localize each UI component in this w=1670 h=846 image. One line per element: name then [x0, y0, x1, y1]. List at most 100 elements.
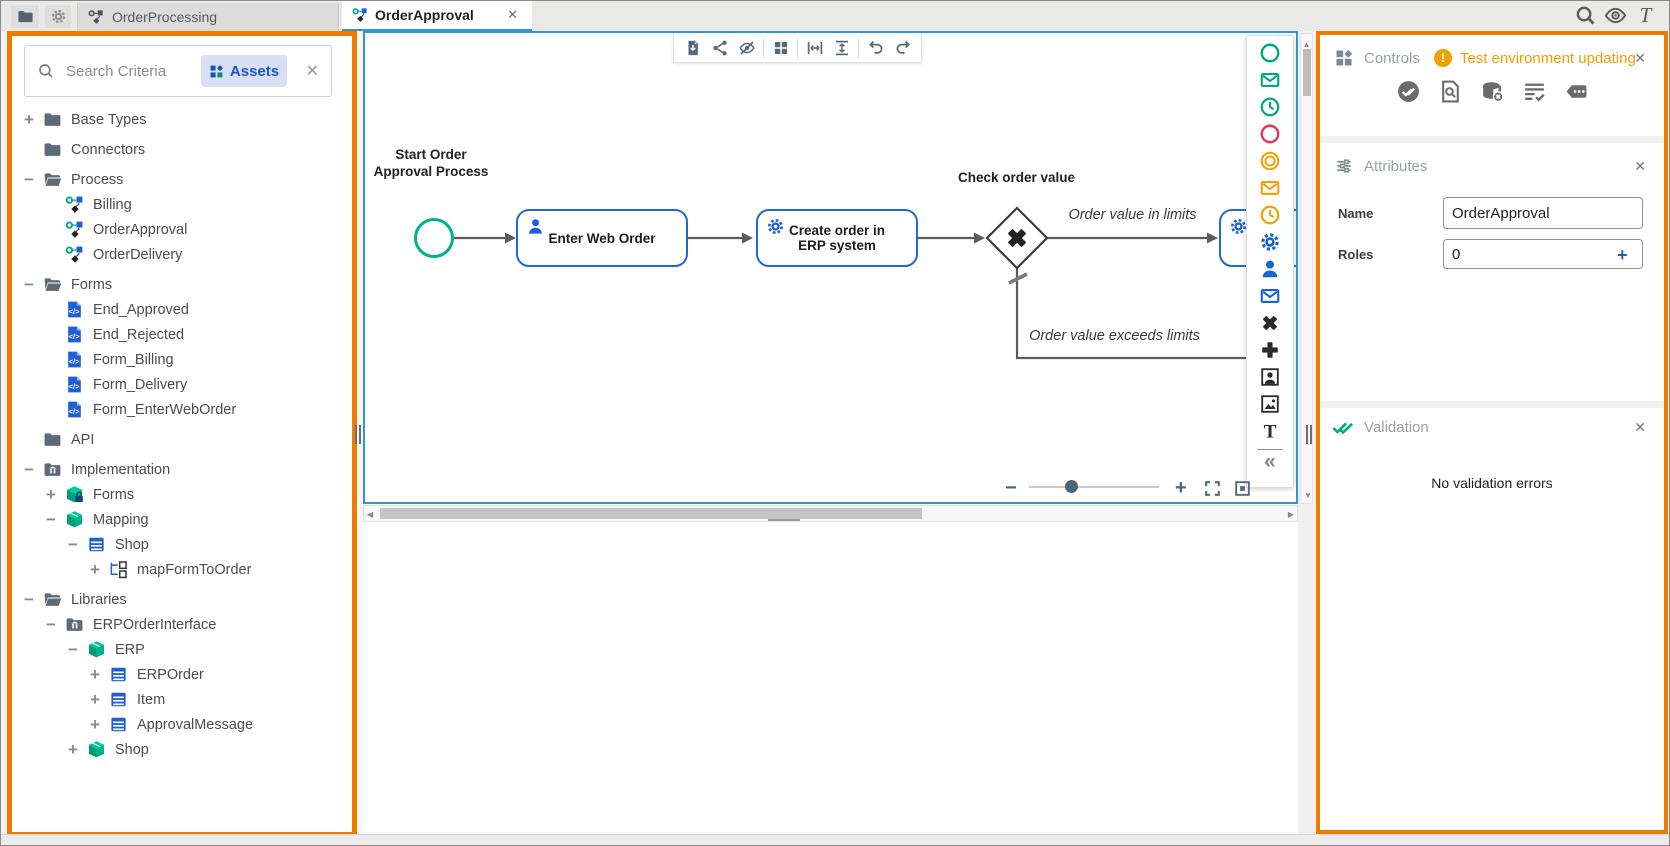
zoom-slider[interactable] [1029, 486, 1159, 488]
close-controls-icon[interactable]: ✕ [1634, 50, 1646, 67]
tree-item-mapping[interactable]: − Mapping [12, 507, 352, 532]
timer-start-event-icon[interactable] [1257, 93, 1283, 120]
test-list-icon[interactable] [1522, 79, 1547, 104]
service-task-icon[interactable] [1257, 228, 1283, 255]
parallel-gateway-icon[interactable] [1257, 336, 1283, 363]
collapse-icon[interactable]: − [21, 460, 37, 480]
tree-item-erp[interactable]: − ERP [12, 637, 352, 662]
expand-icon[interactable]: + [43, 485, 59, 505]
timer-intermediate-event-icon[interactable] [1257, 201, 1283, 228]
test-run-icon[interactable] [1396, 79, 1421, 104]
right-splitter-handle[interactable] [1304, 425, 1313, 444]
collapse-icon[interactable]: − [21, 275, 37, 295]
collapse-icon[interactable]: − [65, 535, 81, 555]
tab-orderprocessing[interactable]: OrderProcessing [77, 3, 339, 31]
tree-item-shop[interactable]: − Shop [12, 532, 352, 557]
tree-item-base-types[interactable]: + Base Types [12, 107, 352, 132]
close-tab-icon[interactable]: ✕ [507, 7, 518, 23]
start-event-label[interactable]: Start Order Approval Process [371, 146, 491, 180]
expand-icon[interactable]: + [65, 740, 81, 760]
zoom-out-button[interactable]: − [1005, 477, 1017, 500]
collapse-icon[interactable]: − [21, 170, 37, 190]
exclusive-gateway-marker[interactable] [1004, 225, 1030, 251]
message-task-icon[interactable] [1257, 282, 1283, 309]
tab-orderapproval[interactable]: OrderApproval ✕ [342, 1, 532, 31]
start-event-icon[interactable] [1257, 39, 1283, 66]
process-canvas[interactable]: Start Order Approval Process Enter Web O… [363, 31, 1298, 504]
fit-frame-icon[interactable] [1233, 479, 1252, 498]
roles-field[interactable] [1443, 239, 1643, 269]
edge-label-in-limits[interactable]: Order value in limits [1035, 207, 1230, 223]
assets-filter-button[interactable]: Assets [201, 55, 287, 87]
collapse-icon[interactable]: − [43, 615, 59, 635]
tree-item-erporder[interactable]: + ERPOrder [12, 662, 352, 687]
add-role-button[interactable]: + [1617, 245, 1628, 266]
start-event[interactable] [414, 218, 454, 258]
message-start-event-icon[interactable] [1257, 66, 1283, 93]
search-input[interactable] [64, 61, 186, 81]
image-icon[interactable] [1257, 390, 1283, 417]
scroll-left-icon[interactable]: ◀ [367, 510, 373, 520]
text-tool-icon[interactable]: T [1634, 4, 1657, 27]
horizontal-scrollbar[interactable]: ◀ ▶ [363, 505, 1298, 522]
vertical-scrollbar-thumb[interactable] [1303, 49, 1311, 96]
tree-item-forms[interactable]: + Forms [12, 482, 352, 507]
horizontal-scrollbar-thumb[interactable] [380, 508, 922, 519]
gateway-label[interactable]: Check order value [934, 169, 1099, 186]
close-attributes-icon[interactable]: ✕ [1634, 158, 1646, 175]
collapse-palette-icon[interactable]: « [1264, 451, 1276, 472]
preview-eye-icon[interactable] [1604, 4, 1627, 27]
user-task-icon[interactable] [1257, 255, 1283, 282]
clear-search-icon[interactable]: ✕ [306, 61, 319, 81]
expand-icon[interactable]: + [87, 665, 103, 685]
search-icon[interactable] [1574, 4, 1597, 27]
tree-item-item[interactable]: + Item [12, 687, 352, 712]
collapse-icon[interactable]: − [65, 640, 81, 660]
task-enter-web-order[interactable]: Enter Web Order [516, 209, 688, 267]
database-reset-icon[interactable] [1480, 79, 1505, 104]
console-log-icon[interactable] [1564, 79, 1589, 104]
expand-icon[interactable]: + [21, 110, 37, 130]
fullscreen-icon[interactable] [1203, 479, 1222, 498]
tree-item-end-approved[interactable]: </> End_Approved [12, 297, 352, 322]
tree-item-billing[interactable]: Billing [12, 192, 352, 217]
participant-icon[interactable] [1257, 363, 1283, 390]
tree-item-approvalmessage[interactable]: + ApprovalMessage [12, 712, 352, 737]
exclusive-gateway-icon[interactable] [1257, 309, 1283, 336]
close-validation-icon[interactable]: ✕ [1634, 419, 1646, 436]
tree-item-form-delivery[interactable]: </> Form_Delivery [12, 372, 352, 397]
edge-label-exceeds-limits[interactable]: Order value exceeds limits [992, 328, 1237, 344]
scroll-up-icon[interactable]: ▲ [1303, 40, 1311, 49]
expand-icon[interactable]: + [87, 690, 103, 710]
tree-item-forms[interactable]: − Forms [12, 272, 352, 297]
tree-item-api[interactable]: API [12, 427, 352, 452]
tree-item-connectors[interactable]: Connectors [12, 137, 352, 162]
tree-item-orderdelivery[interactable]: OrderDelivery [12, 242, 352, 267]
text-annotation-icon[interactable]: T [1257, 417, 1283, 444]
name-field[interactable] [1443, 197, 1643, 229]
zoom-in-button[interactable]: + [1175, 477, 1187, 500]
expand-icon[interactable]: + [87, 560, 103, 580]
tree-item-implementation[interactable]: − Implementation [12, 457, 352, 482]
message-intermediate-event-icon[interactable] [1257, 174, 1283, 201]
tree-item-erporderinterface[interactable]: − ERPOrderInterface [12, 612, 352, 637]
intermediate-event-icon[interactable] [1257, 147, 1283, 174]
open-folder-button[interactable] [11, 5, 39, 28]
collapse-icon[interactable]: − [21, 590, 37, 610]
task-create-order-erp[interactable]: Create order in ERP system [756, 209, 918, 267]
tree-item-process[interactable]: − Process [12, 167, 352, 192]
tree-item-mapformtoorder[interactable]: + mapFormToOrder [12, 557, 352, 582]
tree-item-end-rejected[interactable]: </> End_Rejected [12, 322, 352, 347]
settings-button[interactable] [45, 5, 71, 28]
zoom-slider-thumb[interactable] [1065, 480, 1078, 493]
left-splitter-handle[interactable] [353, 425, 362, 444]
tree-item-form-billing[interactable]: </> Form_Billing [12, 347, 352, 372]
scroll-right-icon[interactable]: ▶ [1288, 510, 1294, 520]
scroll-down-icon[interactable]: ▼ [1304, 491, 1312, 501]
inspect-document-icon[interactable] [1438, 79, 1463, 104]
tree-item-form-enterweborder[interactable]: </> Form_EnterWebOrder [12, 397, 352, 422]
collapse-icon[interactable]: − [43, 510, 59, 530]
expand-icon[interactable]: + [87, 715, 103, 735]
end-event-icon[interactable] [1257, 120, 1283, 147]
tree-item-orderapproval[interactable]: OrderApproval [12, 217, 352, 242]
